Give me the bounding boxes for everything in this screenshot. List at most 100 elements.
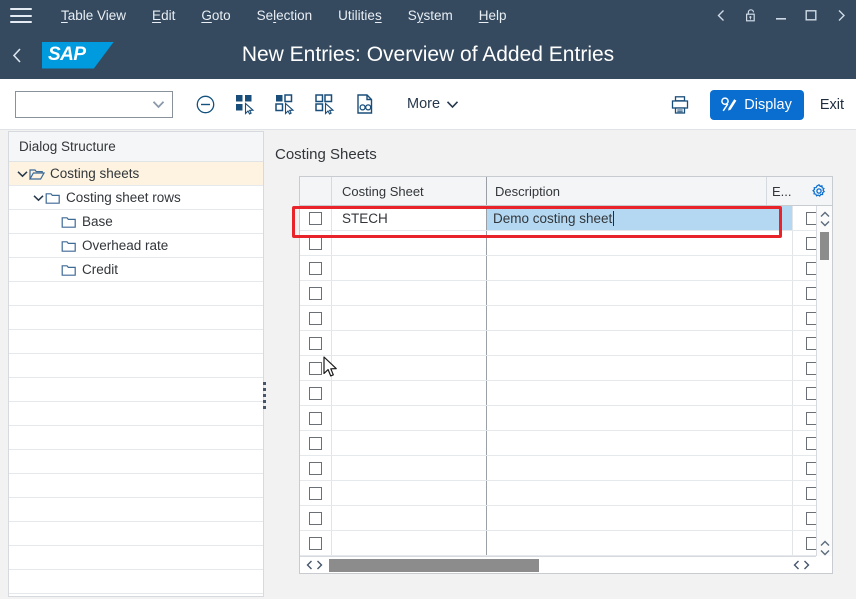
cell-description[interactable]: [487, 306, 792, 330]
table-horizontal-scrollbar[interactable]: [300, 556, 816, 573]
cell-costing-sheet[interactable]: [332, 256, 487, 280]
sidebar-item-costing-sheet-rows[interactable]: Costing sheet rows: [9, 186, 263, 210]
chevron-down-icon[interactable]: [31, 194, 45, 202]
row-select-checkbox[interactable]: [309, 386, 322, 400]
table-row[interactable]: STECH Demo costing sheet: [300, 206, 832, 231]
sidebar-item-base[interactable]: Base: [9, 210, 263, 234]
cell-costing-sheet[interactable]: [332, 531, 487, 555]
cell-description[interactable]: [487, 356, 792, 380]
column-header-select[interactable]: [300, 177, 332, 205]
cell-description-text: Demo costing sheet: [493, 210, 613, 226]
row-select-checkbox[interactable]: [309, 536, 322, 550]
sidebar-item-label: Base: [82, 214, 113, 229]
cell-costing-sheet[interactable]: [332, 306, 487, 330]
cell-description[interactable]: [487, 431, 792, 455]
row-select-checkbox[interactable]: [309, 461, 322, 475]
document-search-icon[interactable]: [345, 84, 385, 124]
cell-costing-sheet[interactable]: [332, 281, 487, 305]
table-vertical-scrollbar[interactable]: [816, 206, 832, 556]
deselect-all-icon[interactable]: [305, 84, 345, 124]
cell-description[interactable]: Demo costing sheet: [487, 206, 792, 230]
cell-description[interactable]: [487, 456, 792, 480]
scroll-left-right-arrows-end[interactable]: [787, 560, 816, 570]
cell-description[interactable]: [487, 331, 792, 355]
cell-costing-sheet[interactable]: [332, 456, 487, 480]
more-button[interactable]: More: [397, 88, 469, 120]
row-select-checkbox[interactable]: [309, 311, 322, 325]
table-empty-row: [300, 456, 832, 481]
cell-description[interactable]: [487, 256, 792, 280]
scroll-left-right-arrows-start[interactable]: [300, 560, 329, 570]
folder-icon: [61, 215, 77, 229]
row-select-checkbox[interactable]: [309, 336, 322, 350]
row-select-checkbox[interactable]: [309, 236, 322, 250]
menu-item-help[interactable]: Help: [466, 4, 520, 27]
scroll-up-down-arrows[interactable]: [817, 206, 832, 232]
cell-costing-sheet[interactable]: [332, 356, 487, 380]
nav-back-icon[interactable]: [706, 0, 736, 31]
column-header-description[interactable]: Description: [487, 177, 766, 205]
menu-item-edit[interactable]: Edit: [139, 4, 188, 27]
row-select-checkbox[interactable]: [309, 486, 322, 500]
select-all-icon[interactable]: [225, 84, 265, 124]
toolbar-right-group: Display Exit: [660, 79, 856, 130]
cell-costing-sheet[interactable]: [332, 481, 487, 505]
select-block-icon[interactable]: [265, 84, 305, 124]
view-selector-combobox[interactable]: [15, 90, 173, 118]
column-header-e[interactable]: E...: [766, 177, 806, 205]
menu-item-system[interactable]: System: [395, 4, 466, 27]
row-select-checkbox[interactable]: [309, 361, 322, 375]
row-select-checkbox[interactable]: [309, 436, 322, 450]
cell-description[interactable]: [487, 281, 792, 305]
horizontal-scroll-thumb[interactable]: [329, 558, 539, 572]
maximize-button[interactable]: [796, 0, 826, 31]
costing-sheets-table: Costing Sheet Description E... STECH Demo…: [299, 176, 833, 574]
horizontal-scroll-track[interactable]: [329, 557, 787, 574]
row-select-checkbox[interactable]: [309, 261, 322, 275]
lock-icon[interactable]: [736, 0, 766, 31]
chevron-down-icon[interactable]: [15, 170, 29, 178]
cell-costing-sheet[interactable]: [332, 506, 487, 530]
cell-description[interactable]: [487, 381, 792, 405]
minimize-button[interactable]: [766, 0, 796, 31]
menu-item-selection[interactable]: Selection: [244, 4, 326, 27]
sidebar-empty-row: [9, 474, 263, 498]
menu-item-table-view[interactable]: Table View: [48, 4, 139, 27]
column-header-costing-sheet[interactable]: Costing Sheet: [332, 177, 487, 205]
close-button[interactable]: [826, 0, 856, 31]
cell-costing-sheet[interactable]: [332, 431, 487, 455]
panel-splitter-handle[interactable]: [261, 380, 267, 410]
vertical-scroll-thumb[interactable]: [820, 232, 829, 260]
sap-logo[interactable]: SAP: [42, 41, 114, 69]
delete-row-icon[interactable]: [185, 84, 225, 124]
menu-bar: Table View Edit Goto Selection Utilities…: [0, 0, 856, 31]
sidebar-item-costing-sheets[interactable]: Costing sheets: [9, 162, 263, 186]
cell-costing-sheet[interactable]: [332, 331, 487, 355]
cell-description[interactable]: [487, 406, 792, 430]
cell-costing-sheet[interactable]: [332, 231, 487, 255]
row-select-checkbox[interactable]: [309, 411, 322, 425]
row-select-cell: [300, 456, 332, 480]
display-button[interactable]: Display: [710, 89, 804, 120]
cell-description[interactable]: [487, 531, 792, 555]
hamburger-menu-icon[interactable]: [10, 8, 32, 23]
gear-icon[interactable]: [806, 177, 832, 205]
cell-costing-sheet[interactable]: STECH: [332, 206, 487, 230]
printer-icon[interactable]: [660, 85, 700, 125]
cell-costing-sheet[interactable]: [332, 381, 487, 405]
sidebar-item-overhead-rate[interactable]: Overhead rate: [9, 234, 263, 258]
row-select-checkbox[interactable]: [309, 286, 322, 300]
cell-description[interactable]: [487, 481, 792, 505]
row-select-checkbox[interactable]: [309, 211, 322, 225]
menu-item-utilities[interactable]: Utilities: [325, 4, 395, 27]
cell-description[interactable]: [487, 506, 792, 530]
menu-item-goto[interactable]: Goto: [188, 4, 243, 27]
sidebar-empty-row: [9, 378, 263, 402]
exit-button[interactable]: Exit: [814, 97, 850, 113]
scroll-bottom-arrows[interactable]: [817, 540, 832, 556]
cell-costing-sheet[interactable]: [332, 406, 487, 430]
sidebar-item-credit[interactable]: Credit: [9, 258, 263, 282]
cell-description[interactable]: [487, 231, 792, 255]
back-button[interactable]: [0, 31, 34, 79]
row-select-checkbox[interactable]: [309, 511, 322, 525]
